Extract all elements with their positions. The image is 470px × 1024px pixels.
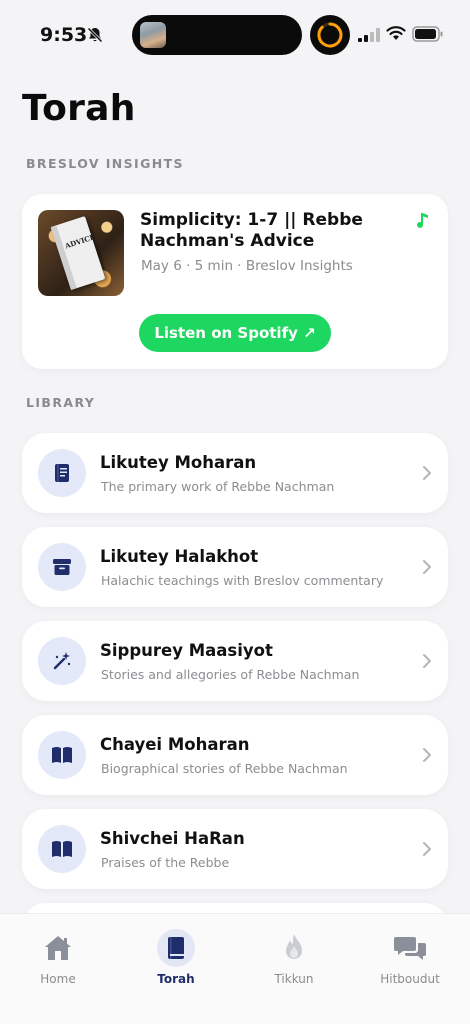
- chevron-right-icon: [423, 654, 431, 668]
- episode-title: Simplicity: 1-7 || Rebbe Nachman's Advic…: [140, 210, 363, 251]
- chevron-right-icon: [423, 560, 431, 574]
- library-item-subtitle: Praises of the Rebbe: [101, 855, 230, 870]
- podcast-episode-card[interactable]: ADVICE Simplicity: 1-7 || Rebbe Nachman'…: [22, 194, 448, 369]
- tab-active-indicator: [157, 929, 195, 967]
- listen-on-spotify-button[interactable]: Listen on Spotify ↗: [139, 314, 331, 352]
- timer-indicator[interactable]: [310, 15, 350, 55]
- magic-wand-icon: [53, 652, 71, 670]
- library-item-chayei-moharan[interactable]: Chayei Moharan Biographical stories of R…: [22, 715, 448, 795]
- section-label-library: LIBRARY: [26, 395, 96, 410]
- book-icon: [168, 937, 184, 959]
- podcast-cover-image: ADVICE: [38, 210, 124, 296]
- library-item-title: Shivchei HaRan: [100, 829, 245, 848]
- tab-home[interactable]: Home: [8, 928, 108, 986]
- library-item-title: Likutey Halakhot: [100, 547, 259, 566]
- status-bar: 9:53: [0, 0, 470, 70]
- book-icon: [55, 464, 69, 482]
- home-icon: [45, 936, 71, 960]
- library-item-sippurey-maasiyot[interactable]: Sippurey Maasiyot Stories and allegories…: [22, 621, 448, 701]
- library-item-subtitle: Biographical stories of Rebbe Nachman: [101, 761, 348, 776]
- status-time: 9:53: [40, 24, 88, 46]
- library-item-subtitle: Stories and allegories of Rebbe Nachman: [101, 667, 360, 682]
- wifi-icon: [386, 26, 406, 40]
- tab-home-label: Home: [40, 972, 76, 986]
- cellular-signal-icon: [358, 28, 380, 42]
- battery-icon: [412, 26, 443, 42]
- tab-hitboudut[interactable]: Hitboudut: [360, 928, 460, 986]
- library-item-likutey-halakhot[interactable]: Likutey Halakhot Halachic teachings with…: [22, 527, 448, 607]
- tab-tikkun[interactable]: Tikkun: [244, 928, 344, 986]
- library-item-subtitle: The primary work of Rebbe Nachman: [101, 479, 335, 494]
- library-item-icon-bg: [38, 731, 86, 779]
- chevron-right-icon: [423, 748, 431, 762]
- cover-book-illustration: ADVICE: [50, 216, 106, 290]
- music-note-icon: [417, 213, 428, 228]
- tab-tikkun-label: Tikkun: [274, 972, 314, 986]
- bottom-tab-bar: Home Torah Tikkun Hitboudut: [0, 913, 470, 1024]
- dynamic-island[interactable]: [132, 15, 302, 55]
- library-item-icon-bg: [38, 449, 86, 497]
- library-item-icon-bg: [38, 637, 86, 685]
- chat-bubbles-icon: [394, 937, 426, 960]
- tab-torah-label: Torah: [157, 972, 195, 986]
- chevron-right-icon: [423, 842, 431, 856]
- island-thumbnail: [140, 22, 166, 48]
- library-item-icon-bg: [38, 825, 86, 873]
- cover-text: ADVICE: [63, 232, 97, 251]
- library-item-subtitle: Halachic teachings with Breslov commenta…: [101, 573, 384, 588]
- section-label-breslov-insights: BRESLOV INSIGHTS: [26, 156, 184, 171]
- library-item-shivchei-haran[interactable]: Shivchei HaRan Praises of the Rebbe: [22, 809, 448, 889]
- flame-icon: [286, 934, 302, 959]
- archive-icon: [53, 559, 71, 575]
- chevron-right-icon: [423, 466, 431, 480]
- library-item-title: Chayei Moharan: [100, 735, 250, 754]
- library-item-title: Sippurey Maasiyot: [100, 641, 273, 660]
- open-book-icon: [52, 747, 72, 763]
- library-item-title: Likutey Moharan: [100, 453, 257, 472]
- library-item-likutey-moharan[interactable]: Likutey Moharan The primary work of Rebb…: [22, 433, 448, 513]
- episode-meta: May 6 · 5 min · Breslov Insights: [141, 258, 353, 274]
- page-title: Torah: [22, 88, 136, 129]
- bell-slash-icon: [87, 27, 103, 43]
- timer-icon: [317, 22, 343, 48]
- open-book-icon: [52, 841, 72, 857]
- tab-hitboudut-label: Hitboudut: [380, 972, 440, 986]
- library-item-icon-bg: [38, 543, 86, 591]
- tab-torah[interactable]: Torah: [126, 928, 226, 986]
